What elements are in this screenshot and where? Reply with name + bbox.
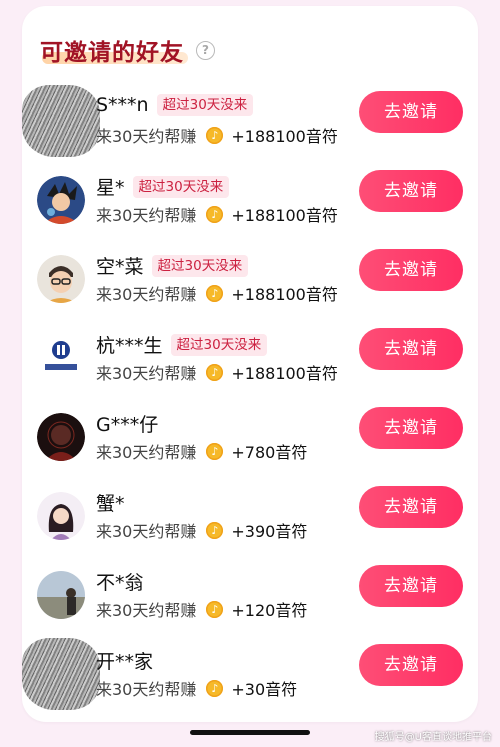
girl-avatar-image <box>37 492 85 540</box>
music-note-coin-icon: ♪ <box>206 600 224 618</box>
inactive-badge: 超过30天没来 <box>132 175 230 198</box>
reward-amount: +188100音符 <box>231 127 338 146</box>
inactive-badge: 超过30天没来 <box>156 94 254 116</box>
home-indicator[interactable] <box>190 730 310 735</box>
avatar <box>37 334 85 382</box>
name-line: 开**家 <box>96 647 153 674</box>
name-line: 不*翁 <box>96 568 144 595</box>
friend-name: G***仔 <box>96 414 159 436</box>
name-line: G***仔 <box>96 410 158 437</box>
name-line: 星* 超过30天没来 <box>96 173 230 200</box>
friend-name: 杭***生 <box>96 335 163 357</box>
friend-row: 空*菜 超过30天没来 来30天约帮赚 ♪ +188100音符 去邀请 <box>0 249 500 333</box>
dark-avatar-image <box>37 413 85 461</box>
friend-name: S***n <box>96 94 149 116</box>
music-note-coin-icon: ♪ <box>206 521 224 539</box>
invite-button[interactable]: 去邀请 <box>359 91 463 133</box>
friend-row: 不*翁 来30天约帮赚 ♪ +120音符 去邀请 <box>0 565 500 649</box>
reward-label: 来30天约帮赚 <box>96 127 197 146</box>
music-note-coin-icon: ♪ <box>206 126 224 144</box>
reward-line: 来30天约帮赚 ♪ +188100音符 <box>96 360 338 384</box>
reward-label: 来30天约帮赚 <box>96 443 197 462</box>
reward-line: 来30天约帮赚 ♪ +780音符 <box>96 439 307 463</box>
avatar <box>37 571 85 619</box>
page-title: 可邀请的好友 <box>40 40 184 66</box>
landscape-avatar-image <box>37 571 85 619</box>
anime-avatar-image <box>37 176 85 224</box>
name-line: 杭***生 超过30天没来 <box>96 331 268 358</box>
reward-label: 来30天约帮赚 <box>96 364 197 383</box>
name-line: 蟹* <box>96 489 125 516</box>
name-line: 空*菜 超过30天没来 <box>96 252 249 279</box>
reward-line: 来30天约帮赚 ♪ +30音符 <box>96 676 297 700</box>
reward-label: 来30天约帮赚 <box>96 680 197 699</box>
inactive-badge: 超过30天没来 <box>170 333 268 356</box>
friend-row: 开**家 来30天约帮赚 ♪ +30音符 去邀请 <box>0 638 500 728</box>
music-note-coin-icon: ♪ <box>206 363 224 381</box>
name-line: S***n 超过30天没来 <box>96 94 254 116</box>
music-note-coin-icon: ♪ <box>206 679 224 697</box>
reward-line: 来30天约帮赚 ♪ +188100音符 <box>96 202 338 226</box>
friend-row: 星* 超过30天没来 来30天约帮赚 ♪ +188100音符 去邀请 <box>0 170 500 254</box>
reward-label: 来30天约帮赚 <box>96 601 197 620</box>
invite-button[interactable]: 去邀请 <box>359 407 463 449</box>
avatar <box>22 85 100 157</box>
reward-amount: +188100音符 <box>231 285 338 304</box>
avatar <box>37 255 85 303</box>
glasses-avatar-image <box>37 255 85 303</box>
reward-line: 来30天约帮赚 ♪ +390音符 <box>96 518 307 542</box>
reward-amount: +120音符 <box>231 601 308 620</box>
reward-amount: +30音符 <box>231 680 298 699</box>
music-note-coin-icon: ♪ <box>206 442 224 460</box>
reward-line: 来30天约帮赚 ♪ +188100音符 <box>96 281 338 305</box>
avatar <box>37 413 85 461</box>
reward-label: 来30天约帮赚 <box>96 522 197 541</box>
invite-button[interactable]: 去邀请 <box>359 644 463 686</box>
friend-row: S***n 超过30天没来 来30天约帮赚 ♪ +188100音符 去邀请 <box>0 85 500 175</box>
watermark: 搜狐号@U客直谈地推平台 <box>374 732 492 743</box>
invite-button[interactable]: 去邀请 <box>359 486 463 528</box>
reward-amount: +390音符 <box>231 522 308 541</box>
reward-amount: +188100音符 <box>231 364 338 383</box>
invite-button[interactable]: 去邀请 <box>359 565 463 607</box>
inactive-badge: 超过30天没来 <box>151 254 249 277</box>
avatar <box>37 176 85 224</box>
title-wrap: 可邀请的好友 <box>40 33 188 67</box>
reward-amount: +780音符 <box>231 443 308 462</box>
invite-button[interactable]: 去邀请 <box>359 249 463 291</box>
logo-avatar-image <box>37 334 85 382</box>
friend-row: G***仔 来30天约帮赚 ♪ +780音符 去邀请 <box>0 407 500 491</box>
help-icon[interactable]: ? <box>196 40 215 60</box>
friend-name: 星* <box>96 177 125 199</box>
music-note-coin-icon: ♪ <box>206 284 224 302</box>
reward-label: 来30天约帮赚 <box>96 285 197 304</box>
invite-button[interactable]: 去邀请 <box>359 170 463 212</box>
avatar <box>37 492 85 540</box>
avatar <box>22 638 100 710</box>
friend-name: 不*翁 <box>96 572 144 594</box>
music-note-coin-icon: ♪ <box>206 205 224 223</box>
friend-name: 蟹* <box>96 493 125 515</box>
invite-button[interactable]: 去邀请 <box>359 328 463 370</box>
friend-name: 空*菜 <box>96 256 144 278</box>
friend-row: 杭***生 超过30天没来 来30天约帮赚 ♪ +188100音符 去邀请 <box>0 328 500 412</box>
section-header: 可邀请的好友 ? <box>40 30 215 70</box>
reward-line: 来30天约帮赚 ♪ +120音符 <box>96 597 307 621</box>
reward-label: 来30天约帮赚 <box>96 206 197 225</box>
friend-name: 开**家 <box>96 651 154 673</box>
friend-row: 蟹* 来30天约帮赚 ♪ +390音符 去邀请 <box>0 486 500 570</box>
reward-amount: +188100音符 <box>231 206 338 225</box>
reward-line: 来30天约帮赚 ♪ +188100音符 <box>96 123 338 147</box>
